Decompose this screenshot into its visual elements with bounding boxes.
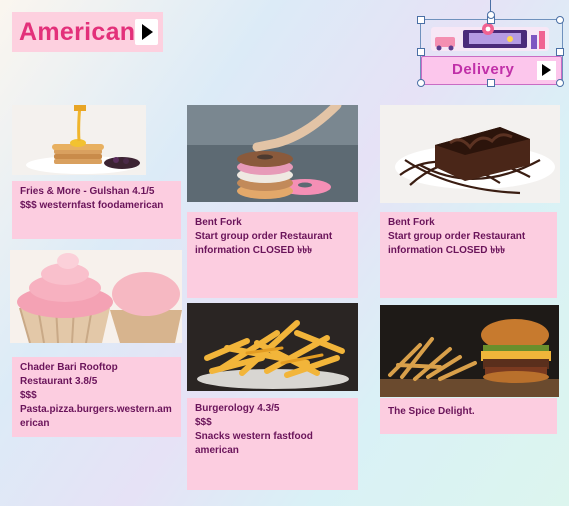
delivery-label: Delivery: [452, 61, 515, 78]
card-line: Restaurant 3.8/5: [20, 376, 98, 387]
card-line: $$$ westernfast foodamerican: [20, 200, 164, 211]
card-line: Fries & More - Gulshan 4.1/5: [20, 186, 155, 197]
resize-handle[interactable]: [556, 48, 564, 56]
delivery-illustration-icon: [431, 23, 549, 51]
burger-fries-photo[interactable]: [380, 305, 559, 397]
delivery-widget[interactable]: Delivery: [417, 16, 564, 87]
resize-handle[interactable]: [417, 16, 425, 24]
card-line: $$$: [20, 390, 37, 401]
donut-stack-photo[interactable]: [187, 105, 358, 202]
card-line: Burgerology 4.3/5: [195, 403, 280, 414]
card-line: Snacks western fastfood: [195, 431, 313, 442]
resize-handle[interactable]: [556, 16, 564, 24]
rotate-handle[interactable]: [487, 11, 495, 19]
restaurant-card-4[interactable]: Burgerology 4.3/5 $$$ Snacks western fas…: [187, 398, 358, 490]
card-line: Start group order Restaurant: [195, 231, 333, 242]
restaurant-card-2[interactable]: Chader Bari Rooftop Restaurant 3.8/5 $$$…: [12, 357, 181, 437]
card-line: Bent Fork: [195, 217, 242, 228]
card-line: Start group order Restaurant: [388, 231, 526, 242]
pancakes-syrup-photo[interactable]: [12, 105, 146, 175]
card-line: Pasta.pizza.burgers.western.am: [20, 404, 172, 415]
card-line: information CLOSED ৳৳৳: [195, 245, 313, 256]
card-line: $$$: [195, 417, 212, 428]
restaurant-card-6[interactable]: The Spice Delight.: [380, 398, 557, 434]
card-line: The Spice Delight.: [388, 406, 475, 417]
restaurant-card-5[interactable]: Bent Fork Start group order Restaurant i…: [380, 212, 557, 298]
card-line: erican: [20, 418, 50, 429]
resize-handle[interactable]: [487, 79, 495, 87]
cupcakes-photo[interactable]: [10, 250, 182, 343]
resize-handle[interactable]: [556, 79, 564, 87]
play-icon[interactable]: [135, 19, 158, 45]
play-icon[interactable]: [537, 61, 556, 80]
restaurant-card-3[interactable]: Bent Fork Start group order Restaurant i…: [187, 212, 358, 298]
chocolate-brownie-photo[interactable]: [380, 105, 560, 203]
resize-handle[interactable]: [417, 48, 425, 56]
card-line: Bent Fork: [388, 217, 435, 228]
card-line: information CLOSED ৳৳৳: [388, 245, 506, 256]
resize-handle[interactable]: [417, 79, 425, 87]
category-title-box: American: [12, 12, 163, 52]
card-line: american: [195, 445, 239, 456]
restaurant-card-1[interactable]: Fries & More - Gulshan 4.1/5 $$$ western…: [12, 181, 181, 239]
category-title: American: [19, 18, 136, 46]
card-line: Chader Bari Rooftop: [20, 362, 118, 373]
fries-photo[interactable]: [187, 303, 358, 391]
